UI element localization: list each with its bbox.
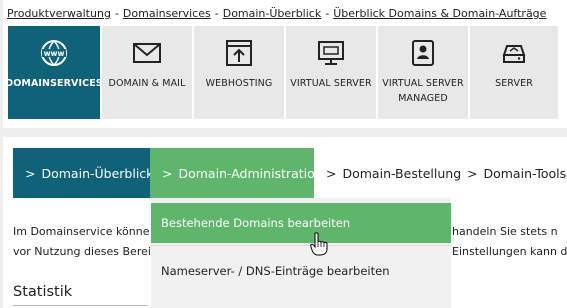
product-tiles: www DOMAINSERVICES DOMAIN & MAIL WEBHOST… bbox=[5, 26, 558, 119]
section-title-statistik: Statistik bbox=[13, 284, 73, 300]
breadcrumb-separator: - bbox=[325, 7, 330, 20]
breadcrumb-ueberblick-domains[interactable]: Überblick Domains & Domain-Aufträge bbox=[333, 7, 546, 20]
menu-item-nameserver-dns[interactable]: Nameserver- / DNS-Einträge bearbeiten bbox=[151, 253, 451, 289]
managed-server-icon bbox=[408, 38, 438, 68]
intro-line: handeln Sie stets n bbox=[452, 225, 558, 238]
tile-virtual-server-managed[interactable]: VIRTUAL SERVER MANAGED bbox=[378, 26, 468, 119]
intro-text-left: Im Domainservice könne vor Nutzung diese… bbox=[13, 222, 151, 262]
chevron-right-icon: > bbox=[162, 165, 173, 181]
breadcrumb: Produktverwaltung - Domainservices - Domain-… bbox=[7, 7, 546, 20]
breadcrumb-produktverwaltung[interactable]: Produktverwaltung bbox=[7, 7, 111, 20]
chevron-right-icon: > bbox=[25, 165, 36, 181]
tab-label: Domain-Überblick bbox=[41, 165, 154, 181]
monitor-icon bbox=[316, 38, 346, 68]
upload-window-icon bbox=[224, 38, 254, 68]
tab-domain-tools[interactable]: > Domain-Tools bbox=[455, 148, 567, 198]
intro-line: Im Domainservice könne bbox=[13, 225, 150, 238]
breadcrumb-domainservices[interactable]: Domainservices bbox=[123, 7, 211, 20]
tile-domain-mail[interactable]: DOMAIN & MAIL bbox=[102, 26, 192, 119]
tab-label: Domain-Bestellung bbox=[342, 165, 462, 181]
tab-label: Domain-Administration bbox=[178, 165, 323, 181]
intro-line: Einstellungen kann d bbox=[452, 245, 567, 258]
hand-cursor-icon bbox=[310, 232, 328, 256]
chevron-right-icon: > bbox=[326, 165, 337, 181]
tile-virtual-server[interactable]: VIRTUAL SERVER bbox=[286, 26, 376, 119]
tile-label: SERVER bbox=[495, 78, 533, 89]
tab-domain-ueberblick[interactable]: > Domain-Überblick bbox=[13, 148, 154, 198]
tile-server[interactable]: SERVER bbox=[470, 26, 558, 119]
tab-domain-administration[interactable]: > Domain-Administration bbox=[150, 148, 323, 198]
chevron-right-icon: > bbox=[467, 165, 478, 181]
intro-line: vor Nutzung dieses Berei bbox=[13, 245, 151, 258]
section-divider bbox=[13, 305, 148, 306]
tile-label: VIRTUAL SERVER bbox=[290, 78, 372, 89]
breadcrumb-separator: - bbox=[214, 7, 219, 20]
menu-divider bbox=[151, 245, 451, 246]
domain-tabs: > Domain-Überblick > Domain-Administration… bbox=[13, 148, 567, 198]
intro-text-right: handeln Sie stets n Einstellungen kann d bbox=[452, 222, 567, 262]
tile-domainservices[interactable]: www DOMAINSERVICES bbox=[5, 26, 103, 119]
tile-label: VIRTUAL SERVER MANAGED bbox=[382, 78, 464, 104]
breadcrumb-domain-ueberblick[interactable]: Domain-Überblick bbox=[223, 7, 322, 20]
tile-label: DOMAIN & MAIL bbox=[108, 78, 186, 89]
tab-domain-bestellung[interactable]: > Domain-Bestellung bbox=[314, 148, 461, 198]
server-icon bbox=[499, 38, 529, 68]
breadcrumb-separator: - bbox=[114, 7, 119, 20]
tile-webhosting[interactable]: WEBHOSTING bbox=[194, 26, 284, 119]
tile-label: WEBHOSTING bbox=[205, 78, 273, 89]
tab-label: Domain-Tools bbox=[483, 165, 567, 181]
www-globe-icon: www bbox=[39, 38, 69, 68]
svg-text:www: www bbox=[44, 49, 65, 58]
administration-dropdown: Bestehende Domains bearbeiten Nameserver… bbox=[151, 198, 451, 308]
tile-label: DOMAINSERVICES bbox=[5, 78, 103, 89]
envelope-icon bbox=[132, 38, 162, 68]
menu-item-domains-bearbeiten[interactable]: Bestehende Domains bearbeiten bbox=[151, 203, 451, 243]
